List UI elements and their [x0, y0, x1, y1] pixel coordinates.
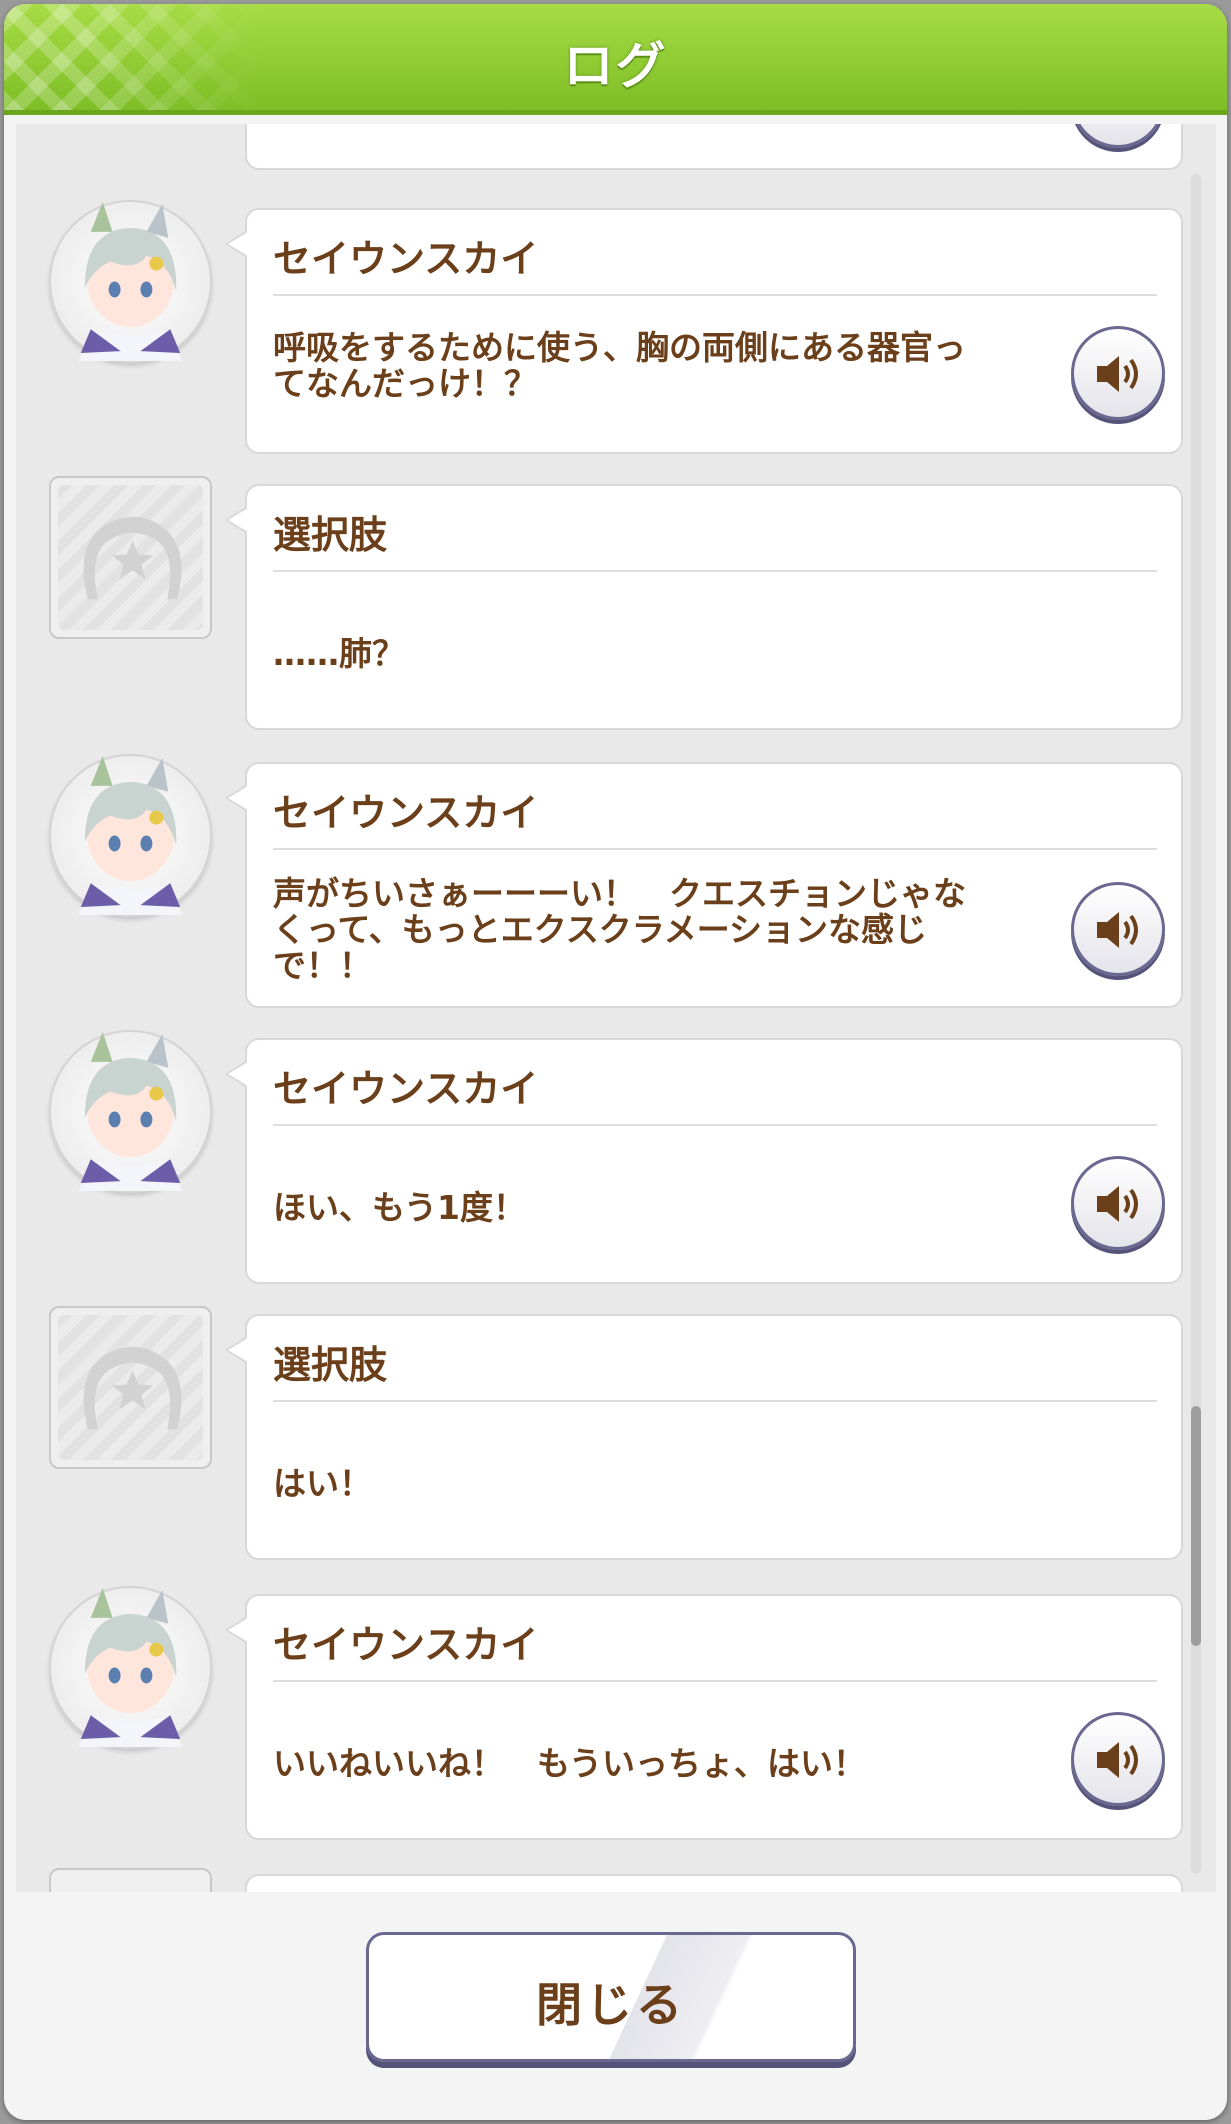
- message-text: はい！: [273, 1464, 372, 1503]
- avatar: [49, 1586, 212, 1749]
- avatar: [49, 200, 212, 363]
- speaker-name: 選択肢: [273, 1343, 388, 1387]
- speaker-name: セイウンスカイ: [273, 237, 539, 281]
- voice-button[interactable]: [1071, 326, 1165, 420]
- character-portrait: [78, 756, 183, 915]
- close-button-label: 閉じる: [536, 1978, 686, 2032]
- divider: [273, 1400, 1157, 1402]
- message-text: ほい、もう1度！: [273, 1188, 526, 1227]
- horseshoe-icon: [83, 1346, 182, 1430]
- voice-button[interactable]: [1071, 1156, 1165, 1250]
- speaker-icon: [1097, 912, 1138, 948]
- avatar: [49, 1306, 212, 1469]
- scrollbar-thumb[interactable]: [1191, 1406, 1201, 1646]
- message-text: 声がちいさぁーーーい！ クエスチョンじゃな くって、もっとエクスクラメーションな…: [273, 874, 966, 985]
- character-portrait: [78, 1032, 183, 1191]
- speaker-icon: [1097, 1742, 1138, 1778]
- voice-button[interactable]: [1071, 882, 1165, 976]
- log-dialog: ログ セイウンスカイ 呼吸をするために使う、胸の両側にある器官っ てなんだっけ！…: [4, 4, 1227, 2120]
- message-text: ……肺？: [273, 634, 405, 673]
- log-list[interactable]: セイウンスカイ 呼吸をするために使う、胸の両側にある器官っ てなんだっけ！？ 選…: [16, 124, 1216, 1892]
- log-entry: 選択肢 はい！: [225, 1314, 1183, 1560]
- character-portrait: [78, 1588, 183, 1747]
- avatar-partial: [49, 1868, 212, 1892]
- log-entry: セイウンスカイ いいねいいね！ もういっちょ、はい！: [225, 1594, 1183, 1840]
- divider: [273, 848, 1157, 850]
- divider: [273, 294, 1157, 296]
- divider: [273, 1124, 1157, 1126]
- character-portrait: [78, 202, 183, 361]
- horseshoe-icon: [83, 516, 182, 600]
- close-button[interactable]: 閉じる: [366, 1932, 856, 2062]
- speaker-name: セイウンスカイ: [273, 791, 539, 835]
- voice-button[interactable]: [1071, 1712, 1165, 1806]
- divider: [273, 570, 1157, 572]
- divider: [273, 1680, 1157, 1682]
- log-entry: セイウンスカイ 声がちいさぁーーーい！ クエスチョンじゃな くって、もっとエクス…: [225, 762, 1183, 1008]
- log-entry-partial: [245, 1874, 1183, 1892]
- avatar: [49, 1030, 212, 1193]
- log-entry-partial: [245, 124, 1183, 170]
- dialog-header: ログ: [4, 4, 1227, 115]
- dialog-title: ログ: [563, 37, 668, 95]
- log-entry: セイウンスカイ ほい、もう1度！: [225, 1038, 1183, 1284]
- log-entry: 選択肢 ……肺？: [225, 484, 1183, 730]
- avatar: [49, 754, 212, 917]
- speaker-icon: [1097, 356, 1138, 392]
- message-text: 呼吸をするために使う、胸の両側にある器官っ てなんだっけ！？: [273, 328, 966, 403]
- speaker-icon: [1097, 1186, 1138, 1222]
- speaker-name: 選択肢: [273, 513, 388, 557]
- log-entry: セイウンスカイ 呼吸をするために使う、胸の両側にある器官っ てなんだっけ！？: [225, 208, 1183, 454]
- scrollbar[interactable]: [1191, 174, 1201, 1874]
- message-text: いいねいいね！ もういっちょ、はい！: [273, 1744, 867, 1783]
- avatar: [49, 476, 212, 639]
- speaker-name: セイウンスカイ: [273, 1067, 539, 1111]
- speaker-name: セイウンスカイ: [273, 1623, 539, 1667]
